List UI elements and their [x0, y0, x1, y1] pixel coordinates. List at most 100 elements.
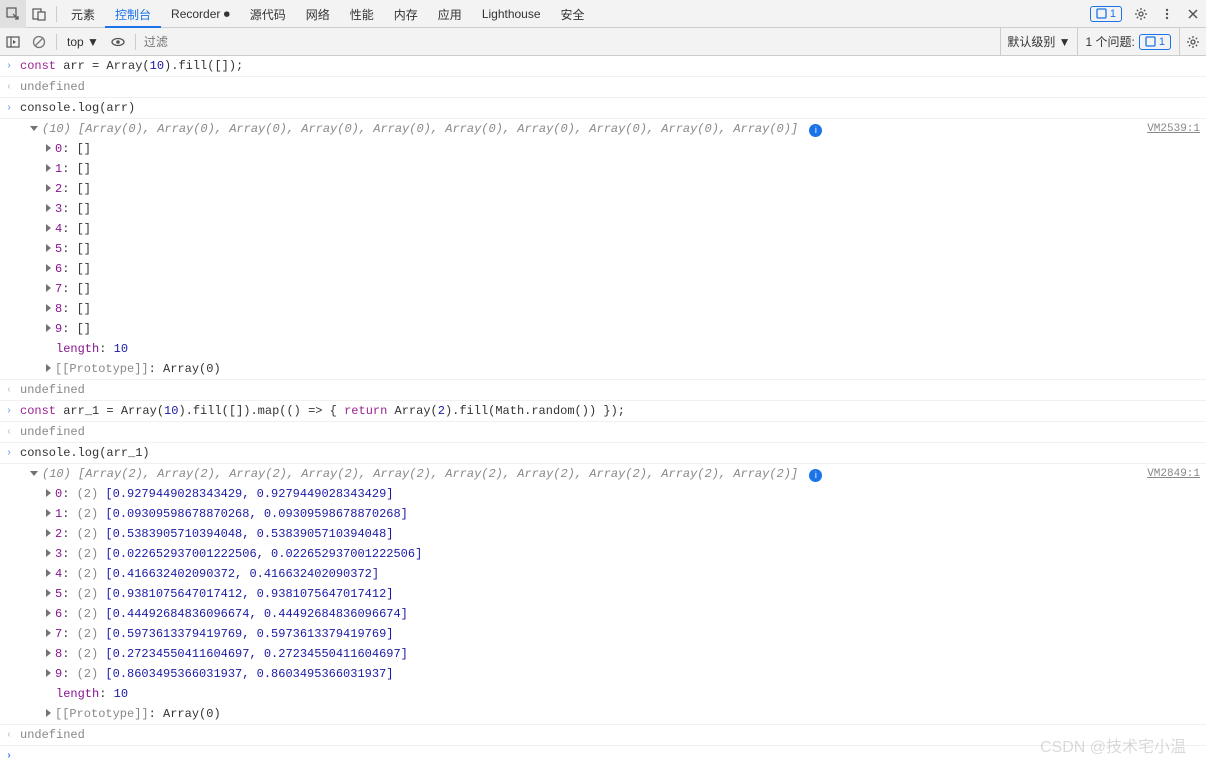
expand-toggle-icon[interactable] — [30, 471, 38, 476]
issues-badge-count: 1 — [1110, 8, 1116, 20]
tabs-container: 元素控制台Recorder ⏺源代码网络性能内存应用Lighthouse安全 — [61, 0, 595, 27]
output-chevron-icon: ‹ — [6, 382, 16, 400]
log-level-selector[interactable]: 默认级别 ▼ — [1000, 28, 1077, 56]
tree-line[interactable]: 5: (2) [0.9381075647017412, 0.9381075647… — [0, 584, 1206, 604]
tree-line[interactable]: [[Prototype]]: Array(0) — [0, 359, 1206, 380]
expand-toggle-icon[interactable] — [46, 489, 51, 497]
expand-toggle-icon[interactable] — [46, 184, 51, 192]
expand-toggle-icon[interactable] — [46, 509, 51, 517]
expand-toggle-icon[interactable] — [46, 629, 51, 637]
expand-toggle-icon[interactable] — [46, 609, 51, 617]
input-chevron-icon: › — [6, 58, 16, 76]
console-input-line[interactable]: › const arr = Array(10).fill([]); — [0, 56, 1206, 77]
console-output: › const arr = Array(10).fill([]); ‹ unde… — [0, 56, 1206, 772]
tree-line[interactable]: 1: (2) [0.09309598678870268, 0.093095986… — [0, 504, 1206, 524]
tree-line[interactable]: 7: [] — [0, 279, 1206, 299]
tab-安全[interactable]: 安全 — [551, 0, 595, 28]
tab-网络[interactable]: 网络 — [296, 0, 340, 28]
expand-toggle-icon[interactable] — [46, 589, 51, 597]
expand-toggle-icon[interactable] — [46, 569, 51, 577]
expand-toggle-icon[interactable] — [46, 549, 51, 557]
close-icon[interactable] — [1180, 0, 1206, 28]
device-icon[interactable] — [26, 0, 52, 28]
expand-toggle-icon[interactable] — [46, 144, 51, 152]
console-input-line[interactable]: › const arr_1 = Array(10).fill([]).map((… — [0, 401, 1206, 422]
tree-line[interactable]: [[Prototype]]: Array(0) — [0, 704, 1206, 725]
tree-line[interactable]: length: 10 — [0, 684, 1206, 704]
output-chevron-icon: ‹ — [6, 424, 16, 442]
inspect-icon[interactable] — [0, 0, 26, 28]
console-settings-icon[interactable] — [1180, 28, 1206, 56]
tree-line[interactable]: 1: [] — [0, 159, 1206, 179]
more-icon[interactable] — [1154, 0, 1180, 28]
tab-应用[interactable]: 应用 — [428, 0, 472, 28]
toggle-sidebar-icon[interactable] — [0, 28, 26, 56]
separator — [135, 34, 136, 50]
tree-line[interactable]: 0: [] — [0, 139, 1206, 159]
source-link[interactable]: VM2539:1 — [1127, 120, 1200, 138]
console-log-line[interactable]: (10) [Array(2), Array(2), Array(2), Arra… — [0, 464, 1206, 484]
console-log-line[interactable]: (10) [Array(0), Array(0), Array(0), Arra… — [0, 119, 1206, 139]
tab-控制台[interactable]: 控制台 — [105, 0, 161, 28]
tree-line[interactable]: 5: [] — [0, 239, 1206, 259]
tab-性能[interactable]: 性能 — [340, 0, 384, 28]
expand-toggle-icon[interactable] — [46, 244, 51, 252]
tree-line[interactable]: 9: (2) [0.8603495366031937, 0.8603495366… — [0, 664, 1206, 684]
source-link[interactable]: VM2849:1 — [1127, 465, 1200, 483]
tree-line[interactable]: 9: [] — [0, 319, 1206, 339]
tree-line[interactable]: 0: (2) [0.9279449028343429, 0.9279449028… — [0, 484, 1206, 504]
filter-input[interactable] — [140, 31, 1000, 53]
tree-line[interactable]: 2: [] — [0, 179, 1206, 199]
tree-line[interactable]: 3: (2) [0.022652937001222506, 0.02265293… — [0, 544, 1206, 564]
expand-toggle-icon[interactable] — [30, 126, 38, 131]
tree-line[interactable]: 4: (2) [0.416632402090372, 0.41663240209… — [0, 564, 1206, 584]
expand-toggle-icon[interactable] — [46, 164, 51, 172]
undefined-result: undefined — [20, 726, 1200, 744]
expand-toggle-icon[interactable] — [46, 324, 51, 332]
expand-toggle-icon[interactable] — [46, 304, 51, 312]
tab-元素[interactable]: 元素 — [61, 0, 105, 28]
tree-line[interactable]: 3: [] — [0, 199, 1206, 219]
tree-line[interactable]: 4: [] — [0, 219, 1206, 239]
tree-line[interactable]: 6: [] — [0, 259, 1206, 279]
issue-count[interactable]: 1 个问题: 1 — [1078, 28, 1180, 56]
issues-badge[interactable]: 1 — [1090, 6, 1122, 22]
toolbar-right: 1 — [1090, 0, 1206, 27]
output-chevron-icon: ‹ — [6, 727, 16, 745]
console-prompt[interactable]: › — [0, 746, 1206, 772]
context-selector[interactable]: top ▼ — [61, 31, 105, 53]
console-result-line: ‹ undefined — [0, 380, 1206, 401]
expand-toggle-icon[interactable] — [46, 669, 51, 677]
input-chevron-icon: › — [6, 403, 16, 421]
expand-toggle-icon[interactable] — [46, 709, 51, 717]
expand-toggle-icon[interactable] — [46, 264, 51, 272]
clear-console-icon[interactable] — [26, 28, 52, 56]
input-chevron-icon: › — [6, 445, 16, 463]
tree-line[interactable]: 2: (2) [0.5383905710394048, 0.5383905710… — [0, 524, 1206, 544]
info-icon[interactable]: i — [809, 124, 822, 137]
expand-toggle-icon[interactable] — [46, 364, 51, 372]
tree-line[interactable]: 8: (2) [0.27234550411604697, 0.272345504… — [0, 644, 1206, 664]
tree-line[interactable]: length: 10 — [0, 339, 1206, 359]
settings-icon[interactable] — [1128, 0, 1154, 28]
tab-Recorder ⏺[interactable]: Recorder ⏺ — [161, 0, 240, 28]
issue-count-badge: 1 — [1139, 34, 1171, 50]
info-icon[interactable]: i — [809, 469, 822, 482]
input-chevron-icon: › — [6, 100, 16, 118]
tab-Lighthouse[interactable]: Lighthouse — [472, 0, 551, 28]
expand-toggle-icon[interactable] — [46, 529, 51, 537]
console-input-line[interactable]: › console.log(arr) — [0, 98, 1206, 119]
expand-toggle-icon[interactable] — [46, 204, 51, 212]
output-chevron-icon: ‹ — [6, 79, 16, 97]
expand-toggle-icon[interactable] — [46, 224, 51, 232]
tab-内存[interactable]: 内存 — [384, 0, 428, 28]
expand-toggle-icon[interactable] — [46, 649, 51, 657]
console-result-line: ‹ undefined — [0, 725, 1206, 746]
tree-line[interactable]: 8: [] — [0, 299, 1206, 319]
expand-toggle-icon[interactable] — [46, 284, 51, 292]
tree-line[interactable]: 6: (2) [0.44492684836096674, 0.444926848… — [0, 604, 1206, 624]
console-input-line[interactable]: › console.log(arr_1) — [0, 443, 1206, 464]
tree-line[interactable]: 7: (2) [0.5973613379419769, 0.5973613379… — [0, 624, 1206, 644]
tab-源代码[interactable]: 源代码 — [240, 0, 296, 28]
live-expression-icon[interactable] — [105, 28, 131, 56]
